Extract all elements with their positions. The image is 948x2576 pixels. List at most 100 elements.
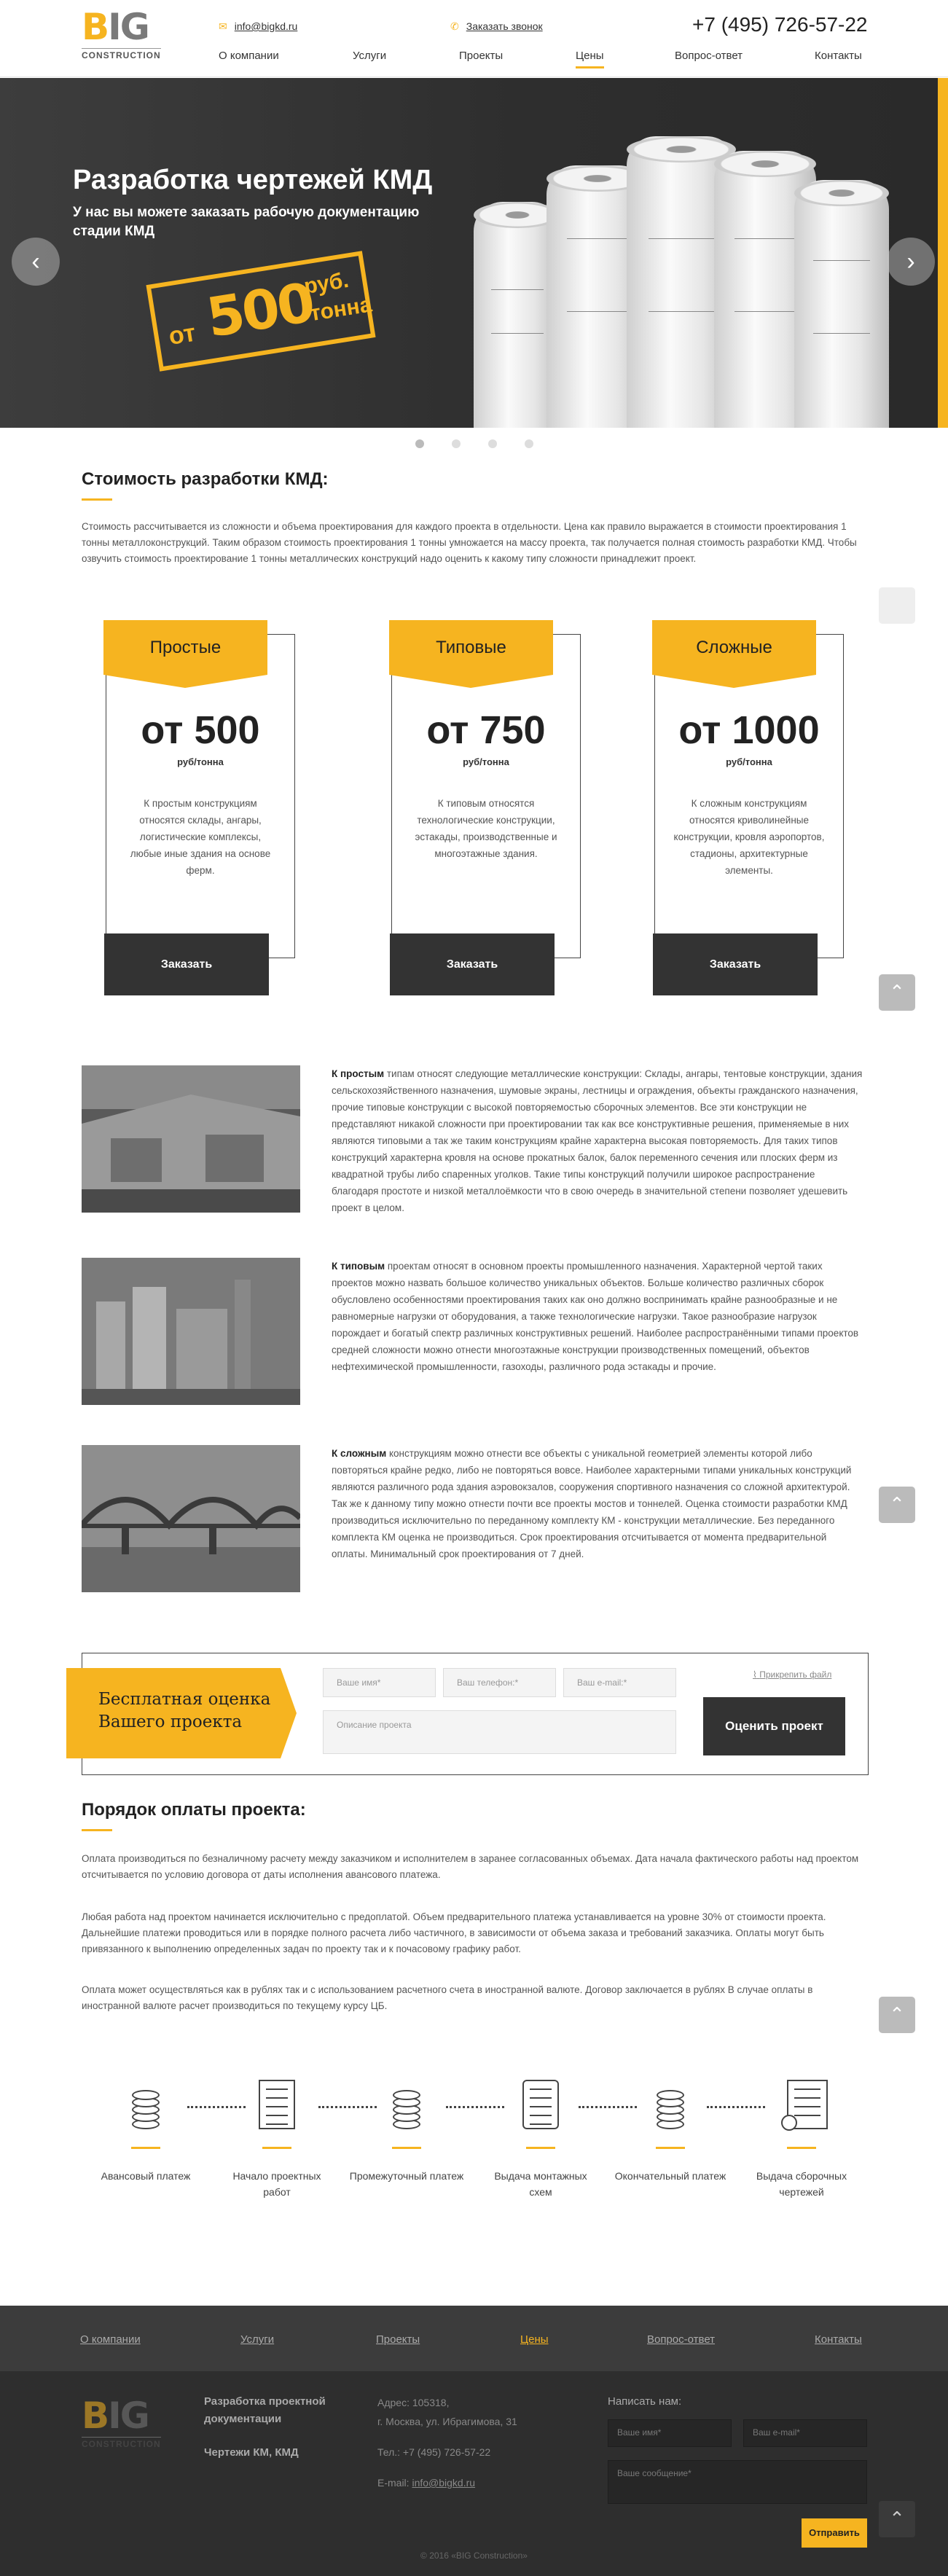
card-price: от 1000 [678,708,820,752]
phone-input[interactable]: Ваш телефон:* [443,1668,556,1697]
slider-dot[interactable] [487,439,497,448]
footer-nav-about[interactable]: О компании [80,2333,141,2346]
type-complex-text: К сложным конструкциям можно отнести все… [332,1445,863,1562]
scroll-up-icon[interactable]: ⌃ [879,2501,915,2537]
type-bold: К простым [332,1068,385,1079]
price-card-typical: Типовые от 750 руб/тонна К типовым относ… [389,620,581,995]
type-typical-text: К типовым проектам относят в основном пр… [332,1258,863,1375]
card-price: от 750 [426,708,546,752]
estimate-form: Бесплатная оценка Вашего проекта ⌇ Прикре… [66,1653,869,1775]
form-title: Бесплатная оценка Вашего проекта [66,1668,297,1758]
footer-name-input[interactable]: Ваше имя* [608,2419,732,2447]
certificate-icon [743,2075,860,2134]
card-unit: руб/тонна [726,756,772,767]
slider-dot[interactable] [524,439,533,448]
type-simple-text: К простым типам относят следующие металл… [332,1065,863,1216]
footer-nav-services[interactable]: Услуги [240,2333,274,2346]
email-link[interactable]: ✉ info@bigkd.ru [219,20,297,33]
coins-icon [612,2075,729,2134]
attach-file-link[interactable]: ⌇ Прикрепить файл [753,1669,831,1680]
slider-next-icon[interactable]: › [887,238,935,286]
footer-nav: О компании Услуги Проекты Цены Вопрос-от… [0,2306,948,2371]
logo-mark: BIG [82,2395,150,2437]
scroll-icon [482,2075,599,2134]
footer-tel: Тел.: +7 (495) 726-57-22 [377,2446,491,2458]
form-title-line2: Вашего проекта [98,1712,243,1731]
footer-address-1: Адрес: 105318, [377,2397,450,2408]
coins-icon [87,2075,204,2134]
cost-text: Стоимость рассчитывается из сложности и … [82,521,857,564]
logo-mark: BIG [82,6,150,48]
payment-title: Порядок оплаты проекта: [82,1800,306,1831]
logo-sub: CONSTRUCTION [82,48,161,60]
card-price: от 500 [141,708,260,752]
card-title: Типовые [389,620,553,688]
scroll-up-icon[interactable]: ⌃ [879,974,915,1011]
estimate-submit-button[interactable]: Оценить проект [703,1697,845,1755]
nav-contacts[interactable]: Контакты [815,50,862,62]
nav-about[interactable]: О компании [219,50,279,62]
stamp-ot: от [166,318,198,351]
order-button[interactable]: Заказать [390,933,555,995]
nav-faq[interactable]: Вопрос-ответ [675,50,743,62]
nav-services[interactable]: Услуги [353,50,386,62]
footer-nav-prices[interactable]: Цены [520,2333,549,2346]
callback-text: Заказать звонок [466,20,543,32]
scroll-up-icon[interactable]: ⌃ [879,1997,915,2033]
price-card-complex: Сложные от 1000 руб/тонна К сложным конс… [652,620,844,995]
header-phone[interactable]: +7 (495) 726-57-22 [692,15,868,35]
order-button[interactable]: Заказать [653,933,818,995]
footer-nav-projects[interactable]: Проекты [376,2333,420,2346]
stamp-unit: тонна [307,292,374,326]
footer-col1-sub: Чертежи КМ, КМД [204,2446,299,2459]
site-footer: BIG CONSTRUCTION Разработка проектной до… [0,2371,948,2576]
card-desc: К типовым относятся технологические конс… [415,798,557,859]
side-button[interactable] [879,587,915,624]
footer-logo[interactable]: BIG CONSTRUCTION [82,2397,165,2450]
slider-dots [0,439,948,452]
price-card-simple: Простые от 500 руб/тонна К простым конст… [103,620,295,995]
footer-address-2: г. Москва, ул. Ибрагимова, 31 [377,2416,517,2427]
hero-title: Разработка чертежей КМД [73,165,433,195]
payment-step: Промежуточный платеж [348,2075,465,2184]
step-label: Начало проектных работ [232,2170,321,2198]
form-title-line1: Бесплатная оценка [98,1690,271,1709]
scroll-up-icon[interactable]: ⌃ [879,1487,915,1523]
footer-message-input[interactable]: Ваше сообщение* [608,2460,867,2504]
bridge-photo [82,1445,300,1592]
footer-col1-title: Разработка проектной документации [204,2395,326,2425]
slider-dot[interactable] [451,439,461,448]
step-label: Выдача сборочных чертежей [756,2170,847,2198]
document-icon [219,2075,335,2134]
payment-p2: Любая работа над проектом начинается иск… [82,1911,826,1954]
envelope-icon: ✉ [219,20,227,32]
nav-projects[interactable]: Проекты [459,50,503,62]
order-button[interactable]: Заказать [104,933,269,995]
step-label: Выдача монтажных схем [494,2170,587,2198]
name-input[interactable]: Ваше имя* [323,1668,436,1697]
type-body: типам относят следующие металлические ко… [332,1068,863,1213]
type-bold: К типовым [332,1261,385,1272]
accent-bar [938,78,948,428]
card-desc: К простым конструкциям относятся склады,… [130,798,271,876]
type-body: конструкциям можно отнести все объекты с… [332,1448,852,1559]
email-input[interactable]: Ваш e-mail:* [563,1668,676,1697]
payment-p3: Оплата может осуществляться как в рублях… [82,1984,813,2011]
cost-title: Стоимость разработки КМД: [82,469,329,501]
callback-link[interactable]: ✆ Заказать звонок [450,20,543,33]
footer-email-link[interactable]: info@bigkd.ru [412,2477,475,2489]
logo[interactable]: BIG CONSTRUCTION [82,9,165,61]
write-us-title: Написать нам: [608,2395,682,2408]
slider-prev-icon[interactable]: ‹ [12,238,60,286]
footer-nav-faq[interactable]: Вопрос-ответ [647,2333,715,2346]
footer-nav-contacts[interactable]: Контакты [815,2333,862,2346]
step-label: Промежуточный платеж [349,2170,464,2182]
slider-dot[interactable] [415,439,424,448]
hero-subtitle: У нас вы можете заказать рабочую докумен… [73,205,420,239]
project-desc-input[interactable]: Описание проекта [323,1710,676,1754]
footer-email-input[interactable]: Ваш e-mail* [743,2419,867,2447]
footer-email-label: E-mail: [377,2477,412,2489]
card-title: Сложные [652,620,816,688]
nav-prices[interactable]: Цены [576,50,604,68]
send-button[interactable]: Отправить [802,2518,867,2548]
